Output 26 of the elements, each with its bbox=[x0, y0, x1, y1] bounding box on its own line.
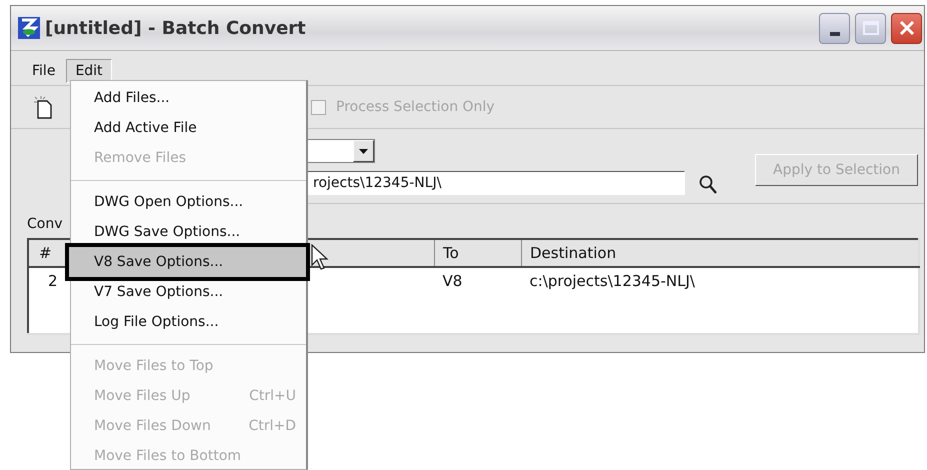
column-header[interactable]: To bbox=[434, 239, 522, 267]
close-button[interactable] bbox=[891, 12, 922, 44]
menu-item-label: Move Files Up bbox=[94, 388, 190, 404]
menu-item-label: Move Files Down bbox=[94, 418, 211, 434]
shortcut-label: Ctrl+U bbox=[249, 388, 296, 404]
table-cell: c:\projects\12345-NLJ\ bbox=[522, 267, 919, 290]
checkbox-label: Process Selection Only bbox=[336, 99, 495, 115]
minimize-button[interactable] bbox=[819, 12, 850, 44]
search-icon[interactable] bbox=[699, 175, 717, 194]
menu-bar-item[interactable]: File bbox=[23, 59, 64, 83]
menu-item[interactable]: Log File Options... bbox=[71, 307, 306, 337]
maximize-icon bbox=[862, 21, 878, 35]
caret-down-icon bbox=[359, 148, 368, 154]
mouse-pointer-icon bbox=[311, 244, 329, 272]
minimize-icon bbox=[830, 32, 840, 36]
window-title: [untitled] - Batch Convert bbox=[45, 18, 307, 38]
column-header[interactable]: Destination bbox=[522, 239, 919, 267]
app-logo-icon bbox=[17, 16, 41, 40]
menu-item[interactable]: Add Files... bbox=[71, 83, 306, 113]
table-cell: V8 bbox=[434, 267, 522, 290]
menu-item[interactable]: V8 Save Options... bbox=[65, 243, 310, 281]
close-icon bbox=[898, 20, 914, 36]
shortcut-label: Ctrl+D bbox=[248, 418, 296, 434]
section-label: Conv bbox=[27, 216, 62, 232]
maximize-button[interactable] bbox=[855, 12, 886, 44]
menu-item[interactable]: Add Active File bbox=[71, 113, 306, 143]
